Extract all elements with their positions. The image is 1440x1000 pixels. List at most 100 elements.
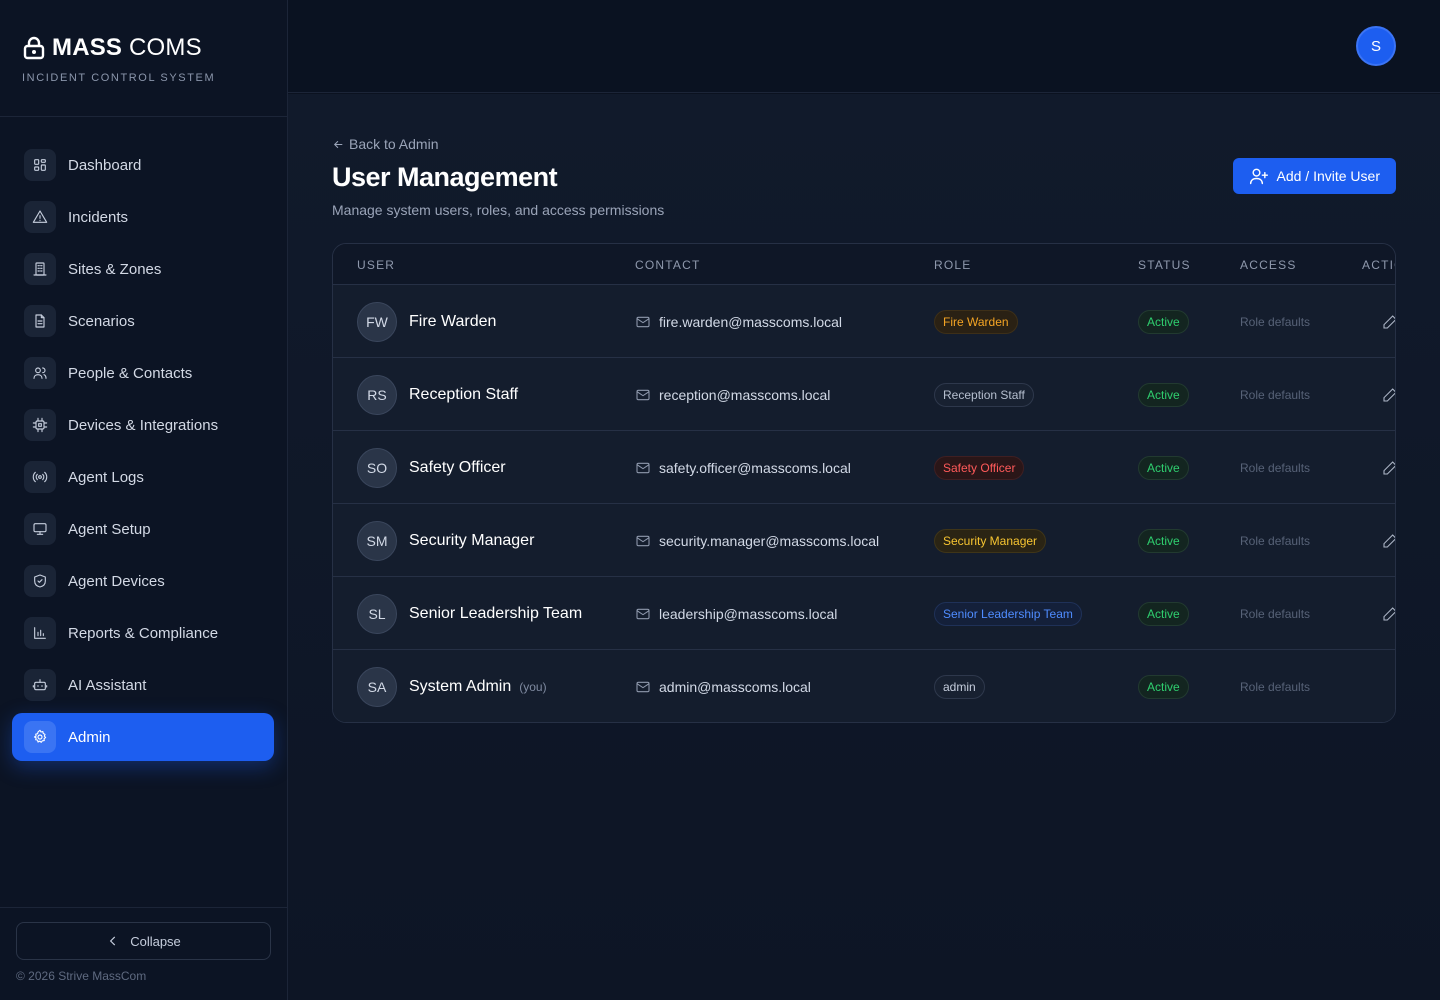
column-header-actions: ACTIONS — [1362, 258, 1395, 272]
chevron-left-icon — [110, 936, 116, 946]
status-badge: Active — [1138, 674, 1189, 699]
table-header: USER CONTACT ROLE STATUS ACCESS ACTIONS — [333, 244, 1395, 285]
contact-cell: reception@masscoms.local — [635, 358, 830, 431]
sidebar-item-devices-and-integrations[interactable]: Devices & Integrations — [12, 401, 274, 449]
table-row: RS Reception Staff reception@masscoms.loca… — [333, 358, 1395, 431]
sidebar-item-sites-and-zones[interactable]: Sites & Zones — [12, 245, 274, 293]
collapse-label: Collapse — [130, 933, 181, 949]
actions-cell — [1382, 358, 1396, 431]
status-badge: Active — [1138, 601, 1189, 626]
user-email: reception@masscoms.local — [659, 386, 831, 403]
user-cell: RS Reception Staff — [357, 358, 518, 431]
contact-cell: security.manager@masscoms.local — [635, 504, 879, 577]
arrow-left-icon — [333, 140, 343, 148]
mail-icon — [636, 681, 650, 692]
pencil-icon[interactable] — [1382, 606, 1396, 622]
contact-cell: leadership@masscoms.local — [635, 577, 837, 650]
user-avatar-button[interactable]: S — [1356, 26, 1396, 66]
dashboard-icon — [24, 149, 56, 181]
access-cell: Role defaults — [1240, 504, 1310, 577]
bot-icon — [24, 669, 56, 701]
page-title: User Management — [332, 162, 558, 192]
sidebar-item-scenarios[interactable]: Scenarios — [12, 297, 274, 345]
actions-cell — [1382, 431, 1396, 504]
table-row: FW Fire Warden fire.warden@masscoms.local F… — [333, 285, 1395, 358]
contact-cell: fire.warden@masscoms.local — [635, 285, 842, 358]
pencil-icon[interactable] — [1382, 387, 1396, 403]
sidebar-item-dashboard[interactable]: Dashboard — [12, 141, 274, 189]
sidebar-item-agent-setup[interactable]: Agent Setup — [12, 505, 274, 553]
user-plus-icon — [1249, 168, 1268, 185]
user-name: Security Manager — [409, 531, 535, 549]
sidebar-item-label: AI Assistant — [68, 676, 147, 694]
sidebar-item-label: Incidents — [68, 208, 129, 226]
sidebar-item-label: People & Contacts — [68, 364, 193, 382]
role-cell: Senior Leadership Team — [934, 577, 1082, 650]
access-cell: Role defaults — [1240, 285, 1310, 358]
collapse-button[interactable]: Collapse — [16, 922, 271, 960]
access-value: Role defaults — [1240, 314, 1311, 329]
bar-chart-icon — [24, 617, 56, 649]
access-cell: Role defaults — [1240, 650, 1310, 722]
main-content: Back to Admin User Management Manage sys… — [288, 94, 1440, 1000]
sidebar-item-agent-devices[interactable]: Agent Devices — [12, 557, 274, 605]
sidebar-item-label: Sites & Zones — [68, 260, 162, 278]
mail-icon — [636, 608, 650, 619]
sidebar-item-label: Agent Devices — [68, 572, 165, 590]
user-cell: SM Security Manager — [357, 504, 534, 577]
sidebar-item-label: Agent Logs — [68, 468, 144, 486]
sidebar-item-incidents[interactable]: Incidents — [12, 193, 274, 241]
status-cell: Active — [1138, 504, 1189, 577]
user-email: security.manager@masscoms.local — [659, 532, 880, 549]
sidebar-nav: Dashboard Incidents Sites & Zones Scenarios… — [0, 117, 287, 761]
role-badge: admin — [934, 674, 985, 699]
brand-name: MASS COMS — [52, 34, 202, 61]
user-cell: SO Safety Officer — [357, 431, 506, 504]
column-header-status: STATUS — [1138, 258, 1191, 272]
pencil-icon[interactable] — [1382, 460, 1396, 476]
sidebar-item-agent-logs[interactable]: Agent Logs — [12, 453, 274, 501]
avatar: SL — [357, 593, 397, 634]
monitor-icon — [24, 513, 56, 545]
pencil-icon[interactable] — [1382, 533, 1396, 549]
status-badge: Active — [1138, 455, 1189, 480]
alert-triangle-icon — [24, 201, 56, 233]
role-cell: Safety Officer — [934, 431, 1025, 504]
back-to-admin-link[interactable]: Back to Admin — [332, 136, 439, 152]
avatar: FW — [357, 301, 397, 342]
user-name: Safety Officer — [409, 458, 506, 476]
table-row: SA System Admin (you) admin@masscoms.local a… — [333, 650, 1395, 722]
mail-icon — [636, 535, 650, 546]
add-invite-user-button[interactable]: Add / Invite User — [1232, 158, 1396, 194]
pencil-icon[interactable] — [1382, 314, 1396, 330]
user-email: admin@masscoms.local — [659, 678, 811, 695]
role-badge: Fire Warden — [934, 309, 1018, 334]
avatar: SA — [357, 666, 397, 707]
status-cell: Active — [1138, 285, 1189, 358]
brand: MASS COMS INCIDENT CONTROL SYSTEM — [0, 0, 287, 117]
sidebar: MASS COMS INCIDENT CONTROL SYSTEM Dashbo… — [0, 0, 288, 1000]
sidebar-item-ai-assistant[interactable]: AI Assistant — [12, 661, 274, 709]
sidebar-item-admin[interactable]: Admin — [12, 713, 274, 761]
sidebar-item-reports-and-compliance[interactable]: Reports & Compliance — [12, 609, 274, 657]
file-text-icon — [24, 305, 56, 337]
table-body: FW Fire Warden fire.warden@masscoms.local F… — [333, 285, 1396, 722]
role-cell: admin — [934, 650, 985, 722]
table-row: SL Senior Leadership Team leadership@massc… — [333, 577, 1395, 650]
avatar: SM — [357, 520, 397, 561]
column-header-access: ACCESS — [1240, 258, 1297, 272]
access-cell: Role defaults — [1240, 577, 1310, 650]
avatar: RS — [357, 374, 397, 415]
sidebar-item-label: Admin — [68, 728, 111, 746]
status-cell: Active — [1138, 577, 1189, 650]
mail-icon — [636, 316, 650, 327]
role-cell: Security Manager — [934, 504, 1047, 577]
building-icon — [24, 253, 56, 285]
column-header-user: USER — [357, 258, 396, 272]
role-cell: Reception Staff — [934, 358, 1034, 431]
sidebar-item-label: Reports & Compliance — [68, 624, 219, 642]
access-value: Role defaults — [1240, 460, 1311, 475]
access-cell: Role defaults — [1240, 431, 1310, 504]
back-label: Back to Admin — [349, 136, 439, 152]
sidebar-item-people-and-contacts[interactable]: People & Contacts — [12, 349, 274, 397]
